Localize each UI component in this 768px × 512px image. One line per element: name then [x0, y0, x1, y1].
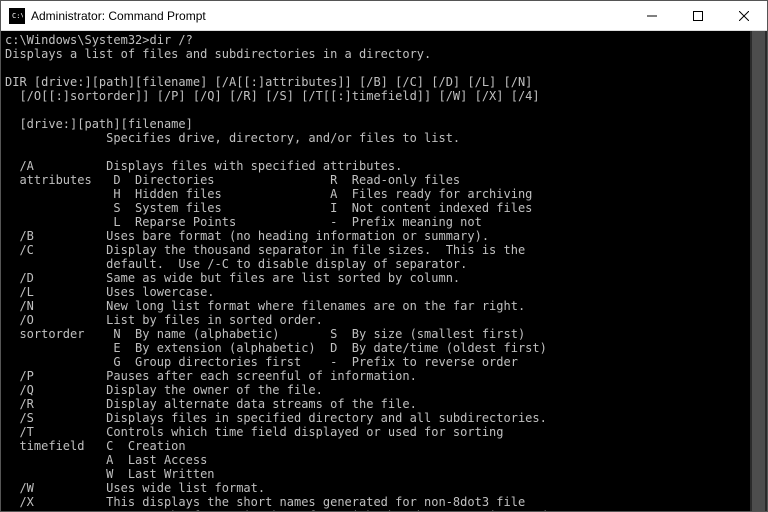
scrollbar-thumb[interactable]	[752, 31, 765, 511]
help-summary: Displays a list of files and subdirector…	[5, 47, 431, 61]
svg-text:C:\: C:\	[12, 12, 23, 20]
arg-header: [drive:][path][filename]	[5, 117, 193, 131]
help-option-lines: /A Displays files with specified attribu…	[5, 159, 547, 511]
close-button[interactable]	[721, 1, 767, 30]
minimize-button[interactable]	[629, 1, 675, 30]
prompt-line: c:\Windows\System32>dir /?	[5, 33, 193, 47]
maximize-button[interactable]	[675, 1, 721, 30]
window-title: Administrator: Command Prompt	[31, 9, 629, 23]
titlebar: C:\ Administrator: Command Prompt	[1, 1, 767, 31]
syntax-line-2: [/O[[:]sortorder]] [/P] [/Q] [/R] [/S] […	[5, 89, 540, 103]
arg-desc: Specifies drive, directory, and/or files…	[5, 131, 460, 145]
window-controls	[629, 1, 767, 30]
cmd-icon: C:\	[9, 8, 25, 24]
vertical-scrollbar[interactable]	[750, 31, 767, 511]
terminal-output[interactable]: c:\Windows\System32>dir /? Displays a li…	[1, 31, 767, 511]
syntax-line-1: DIR [drive:][path][filename] [/A[[:]attr…	[5, 75, 532, 89]
